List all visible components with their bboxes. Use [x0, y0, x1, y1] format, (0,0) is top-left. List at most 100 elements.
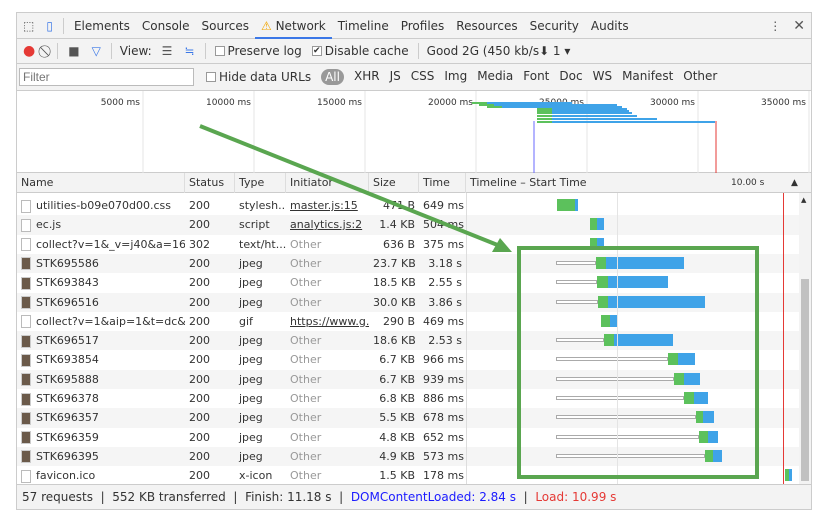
- tab-label: Sources: [201, 18, 249, 33]
- table-row[interactable]: STK695586 200 jpeg Other 23.7 KB 3.18 s: [17, 253, 799, 274]
- request-name[interactable]: STK695888: [36, 373, 99, 386]
- filter-type-js[interactable]: JS: [390, 69, 401, 85]
- request-name[interactable]: STK696517: [36, 334, 99, 347]
- close-icon[interactable]: ✕: [793, 18, 805, 34]
- dom-content-loaded: DOMContentLoaded: 2.84 s: [350, 490, 517, 504]
- tab-timeline[interactable]: Timeline: [332, 13, 395, 39]
- request-name[interactable]: collect?v=1&aip=1&t=dc&_r=...: [36, 315, 185, 328]
- more-menu-icon[interactable]: ⋮: [769, 19, 781, 33]
- table-row[interactable]: STK693854 200 jpeg Other 6.7 KB 966 ms: [17, 350, 799, 369]
- table-row[interactable]: STK696357 200 jpeg Other 5.5 KB 678 ms: [17, 408, 799, 428]
- checkbox-box[interactable]: [206, 72, 216, 82]
- waterfall-download-bar: [575, 199, 578, 211]
- filter-type-doc[interactable]: Doc: [559, 69, 582, 85]
- scrollbar[interactable]: ▲: [799, 193, 811, 485]
- large-rows-icon[interactable]: ☰: [162, 44, 173, 58]
- tab-sources[interactable]: Sources: [196, 13, 255, 39]
- header-initiator[interactable]: Initiator: [286, 173, 369, 193]
- filter-input[interactable]: [19, 68, 194, 86]
- scrollbar-thumb[interactable]: [801, 279, 809, 481]
- cell-status: 200: [189, 256, 210, 270]
- tab-security[interactable]: Security: [524, 13, 585, 39]
- filter-type-all[interactable]: All: [321, 69, 344, 85]
- request-name[interactable]: STK695586: [36, 257, 99, 270]
- request-name[interactable]: ec.js: [36, 218, 61, 231]
- request-name[interactable]: STK693854: [36, 353, 99, 366]
- table-row[interactable]: ec.js 200 script analytics.js:2 1.4 KB 504 ms: [17, 215, 799, 235]
- request-name[interactable]: STK696395: [36, 450, 99, 463]
- tab-profiles[interactable]: Profiles: [395, 13, 451, 39]
- table-row[interactable]: STK696395 200 jpeg Other 4.9 KB 573 ms: [17, 446, 799, 467]
- request-name[interactable]: STK696359: [36, 431, 99, 444]
- header-time[interactable]: Time: [419, 173, 466, 193]
- checkbox-box[interactable]: [214, 46, 225, 56]
- header-type[interactable]: Type: [235, 173, 286, 193]
- request-name[interactable]: STK696378: [36, 392, 99, 405]
- header-timeline[interactable]: Timeline – Start Time: [466, 173, 726, 193]
- cell-status: 200: [189, 314, 210, 328]
- waterfall-view-icon[interactable]: ≒: [184, 44, 194, 58]
- view-label: View:: [119, 44, 152, 58]
- request-name[interactable]: utilities-b09e070d00.css: [36, 199, 171, 212]
- filter-type-css[interactable]: CSS: [411, 69, 435, 85]
- filter-type-other[interactable]: Other: [683, 69, 717, 85]
- filter-type-font[interactable]: Font: [523, 69, 549, 85]
- cell-initiator: Other: [286, 408, 369, 427]
- disable-cache-checkbox[interactable]: ✔ Disable cache: [311, 44, 409, 58]
- filter-type-ws[interactable]: WS: [593, 69, 612, 85]
- request-name[interactable]: STK696516: [36, 296, 99, 309]
- device-mode-icon[interactable]: ▯: [46, 19, 53, 33]
- header-status[interactable]: Status: [185, 173, 235, 193]
- table-row[interactable]: utilities-b09e070d00.css 200 stylesh... mas…: [17, 196, 799, 215]
- filter-type-img[interactable]: Img: [444, 69, 467, 85]
- filter-type-media[interactable]: Media: [477, 69, 513, 85]
- table-row[interactable]: collect?v=1&aip=1&t=dc&_r=... 200 gif https…: [17, 312, 799, 331]
- throttling-select[interactable]: Good 2G (450 kb/s⬇ 1 ▾: [427, 44, 571, 58]
- initiator-link[interactable]: analytics.js:2: [290, 218, 362, 231]
- request-name[interactable]: collect?v=1&_v=j40&a=16731...: [36, 238, 185, 251]
- filter-icon[interactable]: ▽: [92, 44, 101, 58]
- table-row[interactable]: STK693843 200 jpeg Other 18.5 KB 2.55 s: [17, 273, 799, 292]
- table-row[interactable]: STK696516 200 jpeg Other 30.0 KB 3.86 s: [17, 292, 799, 312]
- tab-console[interactable]: Console: [136, 13, 196, 39]
- header-size[interactable]: Size: [369, 173, 419, 193]
- filter-type-xhr[interactable]: XHR: [354, 69, 380, 85]
- tab-audits[interactable]: Audits: [585, 13, 635, 39]
- request-name[interactable]: STK693843: [36, 276, 99, 289]
- table-row[interactable]: STK696378 200 jpeg Other 6.8 KB 886 ms: [17, 389, 799, 408]
- request-name[interactable]: STK696357: [36, 411, 99, 424]
- table-row[interactable]: favicon.ico 200 x-icon Other 1.5 KB 178 ms: [17, 466, 799, 485]
- initiator-link[interactable]: master.js:15: [290, 199, 358, 212]
- cell-time: 504 ms: [423, 218, 464, 232]
- overview-timeline[interactable]: 5000 ms10000 ms15000 ms20000 ms25000 ms3…: [17, 91, 811, 173]
- file-icon: [21, 469, 31, 483]
- waterfall-queue-line: [556, 338, 604, 343]
- hide-data-urls-checkbox[interactable]: Hide data URLs: [206, 70, 311, 84]
- network-toolbar: ● ⃠ ■ ▽ View: ☰ ≒ Preserve log ✔Disable …: [17, 39, 811, 64]
- sort-arrow-icon[interactable]: ▲: [787, 173, 798, 193]
- table-row[interactable]: STK696517 200 jpeg Other 18.6 KB 2.53 s: [17, 331, 799, 351]
- filter-type-manifest[interactable]: Manifest: [622, 69, 673, 85]
- capture-screenshots-icon[interactable]: ■: [68, 44, 79, 58]
- cell-status: 200: [189, 199, 210, 212]
- checkbox-checked[interactable]: ✔: [311, 46, 322, 56]
- waterfall-queue-line: [556, 357, 668, 362]
- waterfall-download-bar: [614, 334, 673, 347]
- record-icon[interactable]: ●: [23, 43, 35, 59]
- scroll-up-icon[interactable]: ▲: [801, 196, 806, 204]
- waterfall-waiting-bar: [696, 411, 703, 424]
- cell-initiator: master.js:15: [286, 196, 369, 215]
- initiator-link[interactable]: https://www.g...: [290, 315, 369, 328]
- table-row[interactable]: collect?v=1&_v=j40&a=16731... 302 text/ht.…: [17, 235, 799, 254]
- table-row[interactable]: STK696359 200 jpeg Other 4.8 KB 652 ms: [17, 428, 799, 447]
- tab-elements[interactable]: Elements: [68, 13, 136, 39]
- request-name[interactable]: favicon.ico: [36, 469, 95, 482]
- initiator-text: Other: [290, 469, 322, 483]
- cell-type: jpeg: [239, 295, 263, 309]
- inspect-icon[interactable]: ⬚: [23, 19, 34, 33]
- preserve-log-checkbox[interactable]: Preserve log: [214, 44, 302, 58]
- tab-network[interactable]: ⚠ Network: [255, 13, 332, 39]
- table-row[interactable]: STK695888 200 jpeg Other 6.7 KB 939 ms: [17, 369, 799, 389]
- tab-resources[interactable]: Resources: [450, 13, 523, 39]
- header-name[interactable]: Name: [17, 173, 185, 193]
